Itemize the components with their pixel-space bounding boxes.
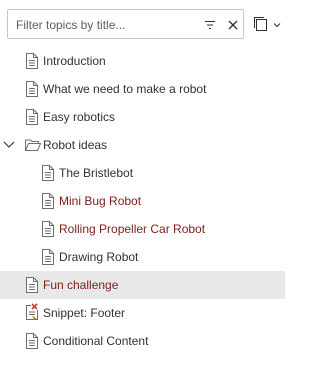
tree-item-mini-bug-robot[interactable]: Mini Bug Robot <box>0 187 311 215</box>
document-icon <box>41 221 55 237</box>
tree-item-easy-robotics[interactable]: Easy robotics <box>0 103 311 131</box>
document-icon <box>41 249 55 265</box>
document-icon <box>25 109 39 125</box>
filter-box <box>7 9 244 39</box>
tree-item-what-we-need-to-make-a-robot[interactable]: What we need to make a robot <box>0 75 311 103</box>
chevron-down-icon <box>272 19 282 29</box>
filter-lines-icon[interactable] <box>201 16 219 34</box>
tree-item-label: The Bristlebot <box>59 166 134 180</box>
open-folder-icon <box>25 138 41 154</box>
snippet-error-icon <box>25 303 41 320</box>
tree-item-label: Snippet: Footer <box>43 306 126 320</box>
tree-item-conditional-content[interactable]: Conditional Content <box>0 327 311 355</box>
tree-item-label: Robot ideas <box>43 138 108 152</box>
close-icon[interactable] <box>224 16 242 34</box>
document-icon <box>25 81 39 97</box>
document-icon <box>25 333 39 349</box>
tree-item-label: Drawing Robot <box>59 250 139 264</box>
tree-item-label: Rolling Propeller Car Robot <box>59 222 206 236</box>
tree-item-label: Conditional Content <box>43 334 149 348</box>
topic-tree: Introduction What we need to make a robot… <box>0 47 311 355</box>
view-options-button[interactable] <box>252 12 284 36</box>
tree-item-fun-challenge[interactable]: Fun challenge <box>0 271 285 299</box>
tree-item-the-bristlebot[interactable]: The Bristlebot <box>0 159 311 187</box>
document-icon <box>25 277 39 293</box>
tree-item-label: Mini Bug Robot <box>59 194 142 208</box>
tree-item-label: What we need to make a robot <box>43 82 207 96</box>
document-icon <box>41 193 55 209</box>
tree-item-drawing-robot[interactable]: Drawing Robot <box>0 243 311 271</box>
tree-item-snippet-footer[interactable]: Snippet: Footer <box>0 299 311 327</box>
chevron-down-icon[interactable] <box>2 139 16 151</box>
tree-item-label: Introduction <box>43 54 106 68</box>
document-icon <box>25 53 39 69</box>
document-icon <box>41 165 55 181</box>
filter-input[interactable] <box>16 15 196 35</box>
tree-item-label: Easy robotics <box>43 110 116 124</box>
tree-item-label: Fun challenge <box>43 278 119 292</box>
tree-item-robot-ideas[interactable]: Robot ideas <box>0 131 311 159</box>
tree-item-rolling-propeller-car-robot[interactable]: Rolling Propeller Car Robot <box>0 215 311 243</box>
tree-item-introduction[interactable]: Introduction <box>0 47 311 75</box>
copy-view-icon <box>252 15 270 33</box>
